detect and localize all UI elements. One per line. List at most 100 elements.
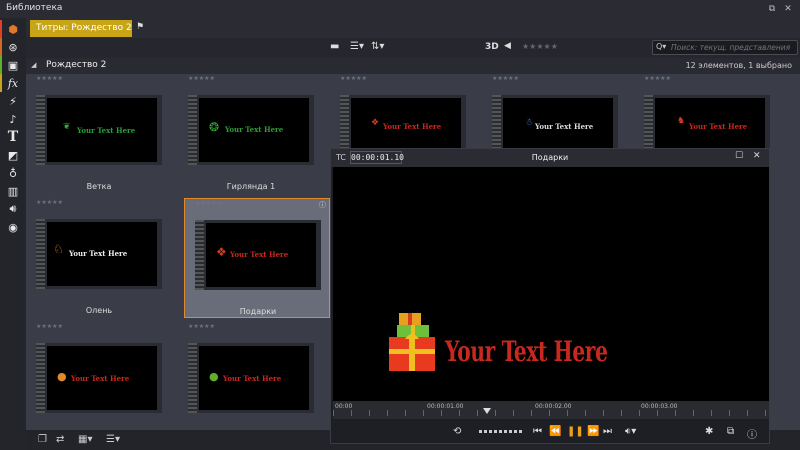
timeline-ruler[interactable]: 00:00 00:00:01.00 00:00:02.00 00:00:03.0… <box>333 401 769 419</box>
rating-stars[interactable]: ★★★★★ <box>36 323 63 330</box>
rating-stars[interactable]: ★★★★★ <box>36 199 63 206</box>
media-icon[interactable]: ▣ <box>3 56 23 74</box>
info-icon[interactable]: ⓘ <box>319 200 326 210</box>
rating-stars[interactable]: ★★★★★ <box>188 75 215 82</box>
filmstrip-edge <box>188 343 197 413</box>
sidebar-indicator <box>0 20 2 38</box>
list-view-icon[interactable]: ☰▾ <box>106 434 120 445</box>
tc-label: TC <box>336 153 347 162</box>
thumbnail-image: ● Your Text Here <box>199 346 309 410</box>
project-bin-icon[interactable]: ⬢ <box>3 20 23 38</box>
playhead[interactable] <box>483 408 491 414</box>
collapse-arrow-icon[interactable]: ◢ <box>31 61 36 69</box>
pause-icon[interactable]: ❚❚ <box>567 426 584 437</box>
thumbnail-text: Your Text Here <box>689 122 748 131</box>
go-to-start-icon[interactable]: ⏮ <box>533 426 542 437</box>
timecode-display[interactable]: 00:00:01.10 <box>350 151 404 164</box>
sound-effects-icon[interactable]: ♁ <box>3 164 23 182</box>
montage-icon[interactable]: ◩ <box>3 146 23 164</box>
menus-icon[interactable]: ▥ <box>3 182 23 200</box>
search-icon[interactable]: Q▾ <box>656 42 666 51</box>
asset-tile[interactable]: ★★★★★ ❦ Your Text Here Ветка <box>26 74 172 194</box>
sidebar-indicator <box>0 38 2 56</box>
step-forward-icon[interactable]: ⏩ <box>587 426 599 437</box>
search-box: Q▾ <box>652 40 798 55</box>
sync-icon[interactable]: ⇄ <box>56 434 64 445</box>
item-count: 12 элементов, 1 выбрано <box>685 61 792 70</box>
sidebar-indicator <box>0 56 2 74</box>
loop-icon[interactable]: ⟲ <box>453 426 461 437</box>
asset-tile[interactable]: ★★★★★ ❂ Your Text Here Гирлянда 1 <box>178 74 324 194</box>
gift-icon: ❖ <box>371 118 380 128</box>
thumbnail-text: Your Text Here <box>383 122 442 131</box>
thumbnail-text: Your Text Here <box>77 126 136 135</box>
thumbnail: ❦ Your Text Here <box>36 95 162 165</box>
branch-icon: ❦ <box>63 122 71 132</box>
filter-3d-label[interactable]: 3D <box>485 42 499 52</box>
reindeer-icon: ♘ <box>53 242 64 256</box>
timeline-label: 00:00 <box>335 403 353 410</box>
step-back-icon[interactable]: ⏪ <box>549 426 561 437</box>
audio-icon[interactable]: 🔊︎ <box>3 200 23 218</box>
restore-icon[interactable]: ⧉ <box>766 3 778 15</box>
title-bar: Библиотека ⧉ ✕ <box>0 0 800 18</box>
rating-filter[interactable]: ★★★★★ <box>522 42 558 51</box>
grid-view-icon[interactable]: ▦▾ <box>78 434 92 445</box>
timeline-ticks <box>333 410 769 416</box>
music-icon[interactable]: ♪ <box>3 110 23 128</box>
collections-icon[interactable]: ⊛ <box>3 38 23 56</box>
info-icon[interactable]: ⓘ <box>747 426 757 441</box>
asset-tile[interactable]: ★★★★★ ● Your Text Here <box>26 322 172 430</box>
folder-icon[interactable]: ▬ <box>330 41 339 52</box>
search-input[interactable] <box>671 42 795 53</box>
tab-row: Титры: Рождество 2 ⚑ <box>26 18 800 38</box>
external-icon[interactable]: ⧉ <box>727 426 734 437</box>
thumbnail-image: ❖ Your Text Here <box>206 223 316 287</box>
rating-stars[interactable]: ★★★★★ <box>492 75 519 82</box>
copy-icon[interactable]: ❐ <box>38 434 47 445</box>
thumbnail-image: ❦ Your Text Here <box>47 98 157 162</box>
asset-tile-selected[interactable]: ★★★★★ ⓘ ❖ Your Text Here Подарки <box>184 198 330 318</box>
shuttle-bar[interactable] <box>479 430 523 433</box>
tab-titles-christmas[interactable]: Титры: Рождество 2 <box>30 20 132 37</box>
rating-stars[interactable]: ★★★★★ <box>644 75 671 82</box>
gift-stack-icon <box>389 313 435 371</box>
transitions-icon[interactable]: ⚡ <box>3 92 23 110</box>
asset-tile[interactable]: ★★★★★ ● Your Text Here <box>178 322 324 430</box>
thumbnail: ♘ Your Text Here <box>36 219 162 289</box>
thumbnail-text: Your Text Here <box>69 249 128 258</box>
asset-label: Ветка <box>86 182 112 191</box>
playback-controls: ⟲ ⏮ ⏪ ❚❚ ⏩ ⏭ 🔉︎▾ ✱ ⧉ ⓘ <box>333 421 769 443</box>
player-title-bar: Подарки TC 00:00:01.10 ☐ ✕ <box>331 149 769 167</box>
add-tab-icon[interactable]: ⚑ <box>136 22 148 34</box>
titles-icon[interactable]: T <box>3 128 23 146</box>
sort-icon[interactable]: ⇅▾ <box>371 41 384 52</box>
tag-icon[interactable]: ◀ <box>504 41 511 51</box>
folder-header: ◢ Рождество 2 12 элементов, 1 выбрано <box>26 58 800 74</box>
close-icon[interactable]: ✕ <box>753 151 761 161</box>
filmstrip-edge <box>188 95 197 165</box>
effects-icon[interactable]: fx <box>3 74 23 92</box>
view-list-icon[interactable]: ☰▾ <box>350 41 364 52</box>
settings-icon[interactable]: ✱ <box>705 426 713 437</box>
maximize-icon[interactable]: ☐ <box>735 151 743 161</box>
app-window: Библиотека ⧉ ✕ ⬢ ⊛ ▣ fx ⚡ ♪ T ◩ ♁ ▥ 🔊︎ ◉… <box>0 0 800 450</box>
timeline-label: 00:00:02.00 <box>535 403 572 410</box>
rating-stars[interactable]: ★★★★★ <box>340 75 367 82</box>
go-to-end-icon[interactable]: ⏭ <box>603 426 612 437</box>
filmstrip-edge <box>36 343 45 413</box>
asset-tile[interactable]: ★★★★★ ♘ Your Text Here Олень <box>26 198 172 318</box>
wreath-icon: ❂ <box>209 120 220 134</box>
disc-icon[interactable]: ◉ <box>3 218 23 236</box>
close-icon[interactable]: ✕ <box>782 3 794 15</box>
timeline-label: 00:00:01.00 <box>427 403 464 410</box>
rating-stars[interactable]: ★★★★★ <box>36 75 63 82</box>
volume-icon[interactable]: 🔉︎▾ <box>625 426 636 437</box>
thumbnail: ❂ Your Text Here <box>188 95 314 165</box>
snowman-icon: ☃ <box>525 118 534 128</box>
rating-stars[interactable]: ★★★★★ <box>188 323 215 330</box>
rating-stars[interactable]: ★★★★★ <box>195 200 222 207</box>
thumbnail-image: ● Your Text Here <box>47 346 157 410</box>
thumbnail-text: Your Text Here <box>223 374 282 383</box>
thumbnail: ● Your Text Here <box>188 343 314 413</box>
